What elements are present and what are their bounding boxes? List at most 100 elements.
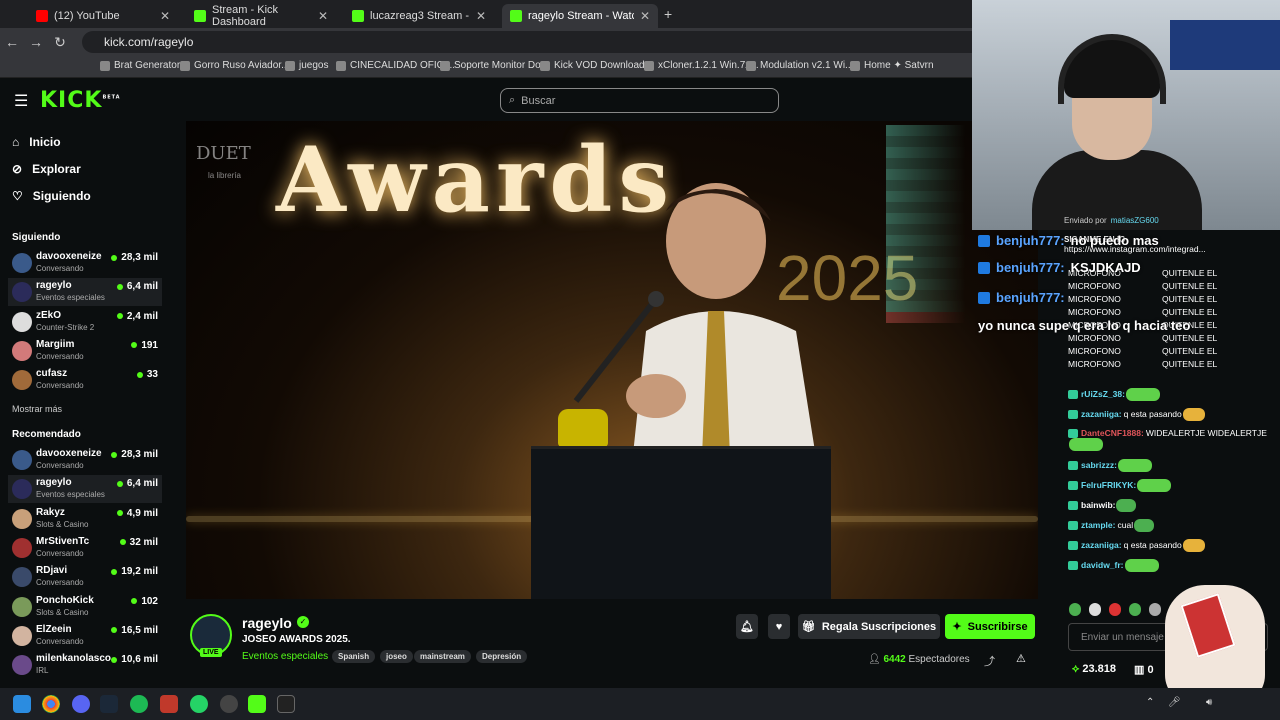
whatsapp-icon[interactable] (190, 695, 208, 713)
share-icon[interactable]: ⤴ (984, 653, 995, 669)
mic-icon[interactable]: 🎤︎ (1168, 697, 1181, 708)
channel-item[interactable]: Margiim Conversando 191 (8, 337, 162, 365)
close-icon[interactable]: ✕ (640, 9, 650, 23)
reload-icon[interactable]: ↻ (48, 34, 72, 51)
subscribe-button[interactable]: ✦ Suscribirse (945, 614, 1035, 639)
channel-item[interactable]: PonchoKick Slots & Casino 102 (8, 593, 162, 621)
bookmark[interactable]: Brat Generator (100, 60, 180, 71)
channel-item[interactable]: Rakyz Slots & Casino 4,9 mil (8, 505, 162, 533)
bookmark[interactable]: Gorro Ruso Aviador... (180, 60, 289, 71)
follow-button[interactable]: ♥ (768, 614, 790, 639)
epic-icon[interactable] (277, 695, 295, 713)
kick-app-icon[interactable] (248, 695, 266, 713)
channel-item[interactable]: MrStivenTc Conversando 32 mil (8, 534, 162, 562)
corner-sub: la librería (208, 171, 241, 180)
channel-item[interactable]: cufasz Conversando 33 (8, 366, 162, 394)
chat-username[interactable]: zazaniiga: (1081, 540, 1122, 550)
badge-icon (1068, 561, 1078, 570)
stream-category[interactable]: Eventos especiales (242, 651, 328, 662)
emote-icon[interactable] (1149, 603, 1161, 616)
tag[interactable]: joseo (380, 650, 413, 663)
back-icon[interactable]: ← (0, 34, 24, 50)
tag[interactable]: Spanish (332, 650, 376, 663)
report-icon[interactable]: ⚠ (1016, 652, 1026, 665)
spotify-icon[interactable] (130, 695, 148, 713)
tag[interactable]: mainstream (414, 650, 471, 663)
bookmark[interactable]: xCloner.1.2.1 Win.7z... (644, 60, 759, 71)
emote-icon[interactable] (1089, 603, 1101, 616)
channel-item[interactable]: zEkO Counter-Strike 2 2,4 mil (8, 308, 162, 336)
tab-youtube[interactable]: (12) YouTube ✕ (28, 4, 178, 28)
emote-icon[interactable] (1109, 603, 1121, 616)
forward-icon[interactable]: → (24, 34, 48, 50)
live-dot-icon (116, 283, 123, 290)
bookmark[interactable]: Home ✦ Satvrn (850, 60, 934, 71)
close-icon[interactable]: ✕ (318, 9, 328, 23)
chat-username[interactable]: zazaniiga: (1081, 409, 1122, 419)
channel-item[interactable]: davooxeneize Conversando 28,3 mil (8, 249, 162, 277)
chat-username[interactable]: DanteCNF1888: (1081, 428, 1144, 438)
spam-line: MICROFONO QUITENLE EL (1068, 346, 1218, 356)
gift-subs-button[interactable]: 🎁︎ Regala Suscripciones (798, 614, 940, 639)
channel-avatar (12, 596, 32, 617)
bookmark[interactable]: Kick VOD Download... (540, 60, 653, 71)
chat-username[interactable]: ztample: (1081, 520, 1115, 530)
channel-item[interactable]: rageylo Eventos especiales 6,4 mil (8, 475, 162, 504)
bookmark-icon (540, 60, 550, 71)
kick-icon (194, 10, 206, 22)
chat-username[interactable]: bainwib: (1081, 500, 1115, 510)
other-counter[interactable]: ▥ 0 (1134, 663, 1154, 676)
bookmark[interactable]: Soporte Monitor Do... (440, 60, 549, 71)
app-icon[interactable] (220, 695, 238, 713)
search-input[interactable]: ⌕ Buscar (500, 88, 779, 113)
tag[interactable]: Depresión (476, 650, 528, 663)
chat-username[interactable]: rUiZsZ_38: (1081, 389, 1125, 399)
nav-inicio[interactable]: ⌂ Inicio (12, 135, 61, 149)
tab-rageylo[interactable]: rageylo Stream - Watch Live ✕ (502, 4, 658, 28)
menu-icon[interactable]: ☰ (14, 91, 28, 111)
nav-siguiendo[interactable]: ♡ Siguiendo (12, 189, 91, 203)
windows-start-icon[interactable] (13, 695, 31, 713)
channel-category: Conversando (36, 636, 84, 646)
video-overlay-chat (886, 125, 966, 355)
show-more-link[interactable]: Mostrar más (12, 404, 62, 414)
tab-lucazreag3[interactable]: lucazreag3 Stream - Watch Live ✕ (344, 4, 494, 28)
streamer-name[interactable]: rageylo (242, 615, 292, 631)
channel-item[interactable]: rageylo Eventos especiales 6,4 mil (8, 278, 162, 307)
chrome-icon[interactable] (42, 695, 60, 713)
channel-avatar (12, 311, 32, 332)
discord-icon[interactable] (72, 695, 90, 713)
channel-item[interactable]: milenkanolasco IRL 10,6 mil (8, 651, 162, 679)
app-icon[interactable] (160, 695, 178, 713)
bookmark[interactable]: juegos (285, 60, 328, 71)
notify-button[interactable]: 🔔︎ (736, 614, 758, 639)
channel-item[interactable]: RDjavi Conversando 19,2 mil (8, 563, 162, 591)
url-field[interactable]: kick.com/rageylo (82, 31, 982, 53)
channel-category: Conversando (36, 381, 84, 391)
tray-chevron-icon[interactable]: ⌃ (1146, 697, 1154, 708)
channel-points[interactable]: ⟡ 23.818 (1072, 663, 1116, 676)
close-icon[interactable]: ✕ (160, 9, 170, 23)
steam-icon[interactable] (100, 695, 118, 713)
emote-icon[interactable] (1129, 603, 1141, 616)
volume-icon[interactable]: 🔊︎ (1206, 697, 1212, 708)
kick-logo[interactable]: KICKBETA (40, 88, 121, 113)
channel-item[interactable]: ElZeein Conversando 16,5 mil (8, 622, 162, 650)
video-player[interactable]: DUET la librería Awards 2025 (186, 121, 1038, 599)
chat-text: q esta pasando (1123, 539, 1182, 550)
bookmark[interactable]: CINECALIDAD OFICI... (336, 60, 455, 71)
nav-explorar[interactable]: ⊘ Explorar (12, 162, 81, 176)
chat-username[interactable]: sabrizzz: (1081, 460, 1117, 470)
emote-icon[interactable] (1069, 603, 1081, 616)
cam-chat-overlay: benjuh777: no puedo mas benjuh777: KSJDKAJ… (972, 205, 1280, 333)
close-icon[interactable]: ✕ (476, 9, 486, 23)
chat-username[interactable]: davidw_fr: (1081, 560, 1124, 570)
heart-icon: ♥ (775, 620, 783, 633)
tab-kick-dashboard[interactable]: Stream - Kick Dashboard ✕ (186, 4, 336, 28)
new-tab-icon[interactable]: + (664, 6, 672, 22)
chat-username[interactable]: FelruFRIKYK: (1081, 480, 1136, 490)
bookmark[interactable]: Modulation v2.1 Wi... (746, 60, 853, 71)
badge-icon (1068, 410, 1078, 419)
home-icon: ⌂ (12, 135, 20, 149)
channel-item[interactable]: davooxeneize Conversando 28,3 mil (8, 446, 162, 474)
